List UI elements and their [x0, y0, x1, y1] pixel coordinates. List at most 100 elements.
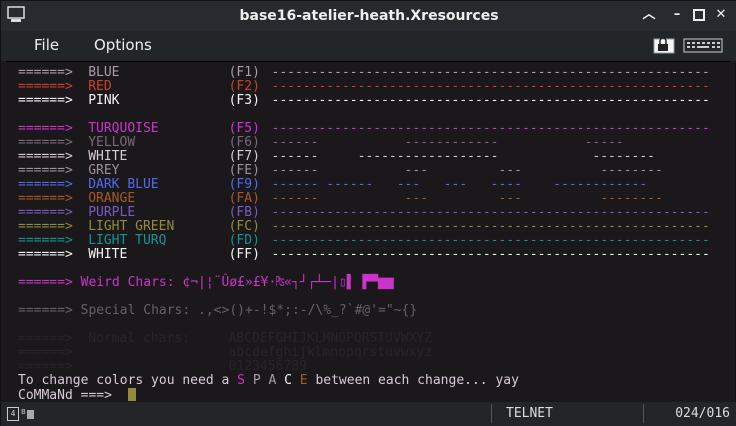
color-arrow: ======>: [18, 65, 73, 80]
color-name: LIGHT GREEN: [88, 219, 175, 234]
color-dashes: ----------------------------------------…: [271, 65, 710, 80]
color-key: (F1): [228, 65, 260, 80]
color-arrow: ======>: [18, 149, 73, 164]
color-dashes: ----------------------------------------…: [271, 79, 710, 94]
color-arrow: ======>: [18, 247, 73, 262]
color-key: (FC): [228, 219, 260, 234]
color-dashes: ----------------------------------------…: [271, 205, 710, 220]
status-4-icon: 4: [7, 407, 19, 421]
color-line: ======> DARK BLUE (F9) ------ ------ --- --…: [18, 177, 647, 192]
color-line: ======> YELLOW (F6) ------ ------------ ---…: [18, 135, 624, 150]
color-name: GREY: [88, 163, 120, 178]
color-arrow: ======>: [18, 233, 73, 248]
color-dashes: ------ ------ --- --- ---- ------------: [271, 177, 648, 192]
color-name: ORANGE: [88, 191, 136, 206]
color-name: YELLOW: [88, 135, 136, 150]
special-arrow: ======>: [18, 303, 73, 318]
weird-chars: ¢¬|¦¨Ûø£»£¥·₧«┐┘┌┴─|▯▌ ▛▀▆▆: [182, 275, 394, 290]
close-icon[interactable]: ✕: [713, 7, 729, 23]
title-bar: base16-atelier-heath.Xresources ︿ – ✕: [1, 1, 736, 31]
color-line: ======> PURPLE (FB) -----------------------…: [18, 205, 710, 220]
color-key: (FF): [228, 247, 260, 262]
color-arrow: ======>: [18, 219, 73, 234]
color-dashes: ----------------------------------------…: [271, 233, 710, 248]
menu-options[interactable]: Options: [94, 36, 152, 54]
color-key: (FE): [228, 163, 260, 178]
color-name: PINK: [88, 93, 120, 108]
color-dashes: ----------------------------------------…: [271, 121, 710, 136]
change-text-after: between each change... yay: [315, 373, 519, 388]
color-line: ======> TURQUOISE (F5) --------------------…: [18, 121, 710, 136]
color-line: ======> WHITE (F7) ------ -----------------…: [18, 149, 655, 164]
status-bar: 4 B TELNET 024/016: [1, 402, 736, 426]
color-key: (F6): [228, 135, 260, 150]
color-key: (FD): [228, 233, 260, 248]
color-arrow: ======>: [18, 205, 73, 220]
status-position-box: 024/016: [643, 404, 736, 423]
color-name: RED: [88, 79, 112, 94]
normal-upper: ABCDEFGHIJKLMNOPQRSTUVWXYZ: [228, 331, 433, 346]
space-letter: C: [284, 373, 292, 388]
color-line: ======> ORANGE (FA) ------ --- --- --------: [18, 191, 663, 206]
maximize-icon[interactable]: [691, 7, 707, 23]
menu-file[interactable]: File: [34, 36, 59, 54]
terminal-window: base16-atelier-heath.Xresources ︿ – ✕ Fi…: [0, 0, 736, 426]
color-line: ======> WHITE (FF) ------------------------…: [18, 247, 710, 262]
space-letter: P: [252, 373, 261, 388]
color-key: (F7): [228, 149, 260, 164]
status-cursor-icon: B: [21, 407, 35, 420]
window-title: base16-atelier-heath.Xresources: [239, 8, 499, 24]
color-key: (F9): [228, 177, 260, 192]
color-arrow: ======>: [18, 79, 73, 94]
normal-arrow: ======>: [18, 359, 73, 374]
minimize-icon[interactable]: –: [669, 7, 685, 23]
special-label: Special Chars:: [80, 303, 191, 318]
special-chars-line: ======> Special Chars: .,<>()+-!$*;:-/\%…: [18, 304, 417, 318]
change-text-before: To change colors you need a: [18, 373, 230, 388]
normal-chars-line: ======> Normal chars: ABCDEFGHIJKLMNOPQRST…: [18, 331, 432, 346]
status-position: 024/016: [675, 406, 730, 421]
terminal-screen[interactable]: ======> BLUE (F1) -------------------------…: [6, 61, 730, 403]
color-key: (F3): [228, 93, 260, 108]
normal-digits: 0123456789: [228, 359, 307, 374]
color-line: ======> RED (F2) --------------------------…: [18, 79, 710, 94]
color-arrow: ======>: [18, 121, 73, 136]
command-prompt-line: CoMMaNd ===>: [18, 388, 136, 403]
chevron-up-icon[interactable]: ︿: [641, 7, 657, 23]
color-line: ======> PINK (F3) -------------------------…: [18, 94, 710, 108]
command-prompt: CoMMaNd ===>: [18, 388, 112, 403]
space-letter: E: [299, 373, 308, 388]
status-mode-box: TELNET: [491, 404, 644, 423]
color-line: ======> GREY (FE) ------ --- --- --------: [18, 163, 663, 178]
weird-arrow: ======>: [18, 275, 73, 290]
color-key: (F2): [228, 79, 260, 94]
color-dashes: ------ --- --- --------: [271, 163, 663, 178]
color-name: WHITE: [88, 247, 128, 262]
color-line: ======> BLUE (F1) -------------------------…: [18, 65, 710, 80]
secure-keyboard-icon[interactable]: [651, 35, 677, 55]
normal-chars-line: ======> 0123456789: [18, 359, 307, 374]
color-arrow: ======>: [18, 177, 73, 192]
weird-label: Weird Chars:: [80, 275, 175, 290]
color-key: (FA): [228, 191, 260, 206]
color-arrow: ======>: [18, 191, 73, 206]
keyboard-icon[interactable]: [683, 35, 723, 55]
weird-chars-line: ======> Weird Chars: ¢¬|¦¨Ûø£»£¥·₧«┐┘┌┴─…: [18, 276, 394, 290]
color-key: (F5): [228, 121, 260, 136]
normal-arrow: ======>: [18, 345, 73, 360]
normal-arrow: ======>: [18, 331, 73, 346]
color-line: ======> LIGHT TURQ (FD) -------------------…: [18, 233, 710, 248]
normal-lower: abcdefghijklmnopqrstuvwxyz: [228, 345, 433, 360]
color-name: PURPLE: [88, 205, 136, 220]
color-dashes: ------ ------------ -----: [271, 135, 624, 150]
color-name: LIGHT TURQ: [88, 233, 167, 248]
color-dashes: ----------------------------------------…: [271, 247, 710, 262]
color-name: DARK BLUE: [88, 177, 159, 192]
color-arrow: ======>: [18, 163, 73, 178]
color-dashes: ----------------------------------------…: [271, 93, 710, 108]
space-letter: S: [237, 373, 245, 388]
color-arrow: ======>: [18, 135, 73, 150]
